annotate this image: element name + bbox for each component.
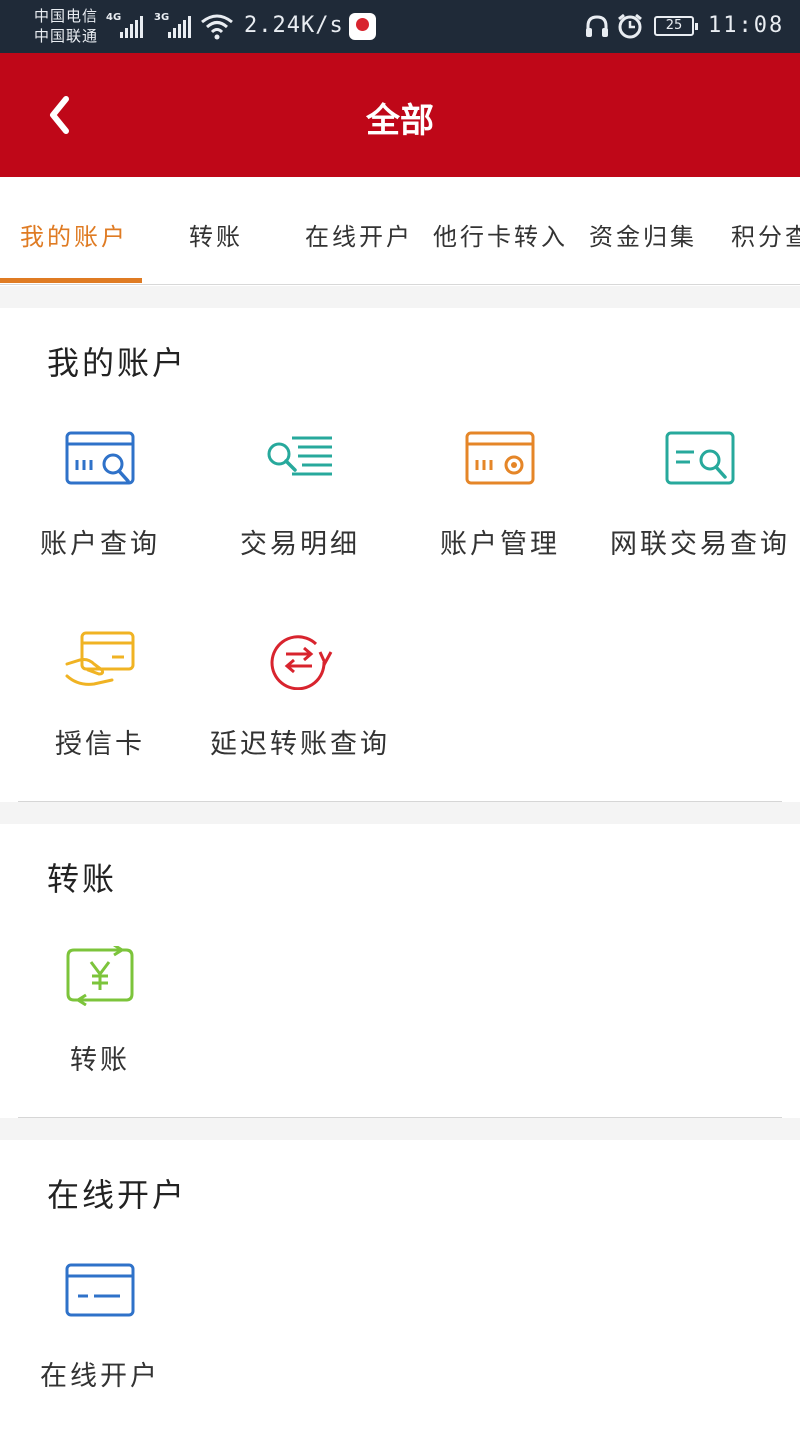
wifi-icon [201, 14, 233, 40]
tab-points-query[interactable]: 积分查 [731, 217, 800, 252]
battery-icon: 25 [654, 16, 698, 36]
tab-other-bank-card-in[interactable]: 他行卡转入 [433, 217, 568, 252]
tab-my-account[interactable]: 我的账户 [20, 217, 128, 252]
credit-card-label: 授信卡 [55, 729, 145, 760]
tab-transfer[interactable]: 转账 [189, 217, 243, 252]
netunion-transaction-query-button[interactable]: 网联交易查询 [600, 430, 800, 600]
status-bar: 中国电信 中国联通 4G 3G 2.24K/s 25 11:08 [0, 0, 800, 53]
card-search-icon [65, 431, 135, 485]
delay-transfer-icon [270, 635, 333, 690]
section-online-account: 在线开户 在线开户 [0, 1140, 800, 1422]
transaction-detail-label: 交易明细 [240, 529, 360, 560]
doc-search-icon [665, 431, 735, 485]
yuan-transfer-icon [66, 946, 134, 1006]
top-bar: 全部 [0, 53, 800, 177]
active-tab-indicator [0, 278, 142, 283]
section-gap [0, 1118, 800, 1140]
account-query-button[interactable]: 账户查询 [0, 430, 200, 600]
section-my-account: 我的账户 账户查询 交易明细 账户管理 网联交易查询 授信卡 延迟转账查询 [0, 308, 800, 802]
network-type-1: 4G [106, 12, 122, 23]
card-gear-icon [465, 431, 535, 485]
list-search-icon [267, 436, 332, 476]
baidu-map-notification-icon [349, 13, 376, 40]
delayed-transfer-query-button[interactable]: 延迟转账查询 [200, 630, 400, 800]
section-title-online-account: 在线开户 [47, 1176, 188, 1214]
account-management-button[interactable]: 账户管理 [400, 430, 600, 600]
page-title: 全部 [366, 101, 434, 141]
section-title-my-account: 我的账户 [47, 344, 188, 382]
section-transfer: 转账 转账 [0, 824, 800, 1118]
tab-online-account[interactable]: 在线开户 [305, 217, 413, 252]
carrier-1: 中国电信 [34, 7, 99, 25]
network-speed: 2.24K/s [244, 13, 344, 38]
clock: 11:08 [708, 13, 785, 38]
section-gap [0, 802, 800, 824]
credit-card-button[interactable]: 授信卡 [0, 630, 200, 800]
card-open-icon [65, 1263, 135, 1317]
headset-icon [586, 15, 608, 37]
transaction-detail-button[interactable]: 交易明细 [200, 430, 400, 600]
alarm-icon [618, 13, 642, 39]
category-tabs: 我的账户 转账 在线开户 他行卡转入 资金归集 积分查 [0, 177, 800, 285]
account-management-label: 账户管理 [440, 529, 560, 560]
transfer-label: 转账 [70, 1045, 130, 1076]
delayed-transfer-query-label: 延迟转账查询 [210, 729, 390, 760]
online-account-open-label: 在线开户 [40, 1361, 160, 1392]
transfer-button[interactable]: 转账 [0, 946, 200, 1116]
netunion-transaction-query-label: 网联交易查询 [610, 529, 790, 560]
online-account-open-button[interactable]: 在线开户 [0, 1262, 200, 1432]
account-query-label: 账户查询 [40, 529, 160, 560]
carrier-2: 中国联通 [34, 27, 99, 45]
hand-card-icon [65, 631, 135, 686]
tab-fund-collection[interactable]: 资金归集 [589, 217, 697, 252]
section-title-transfer: 转账 [47, 860, 118, 898]
carrier-names: 中国电信 中国联通 [34, 6, 98, 46]
network-type-2: 3G [154, 12, 170, 23]
section-gap [0, 286, 800, 308]
